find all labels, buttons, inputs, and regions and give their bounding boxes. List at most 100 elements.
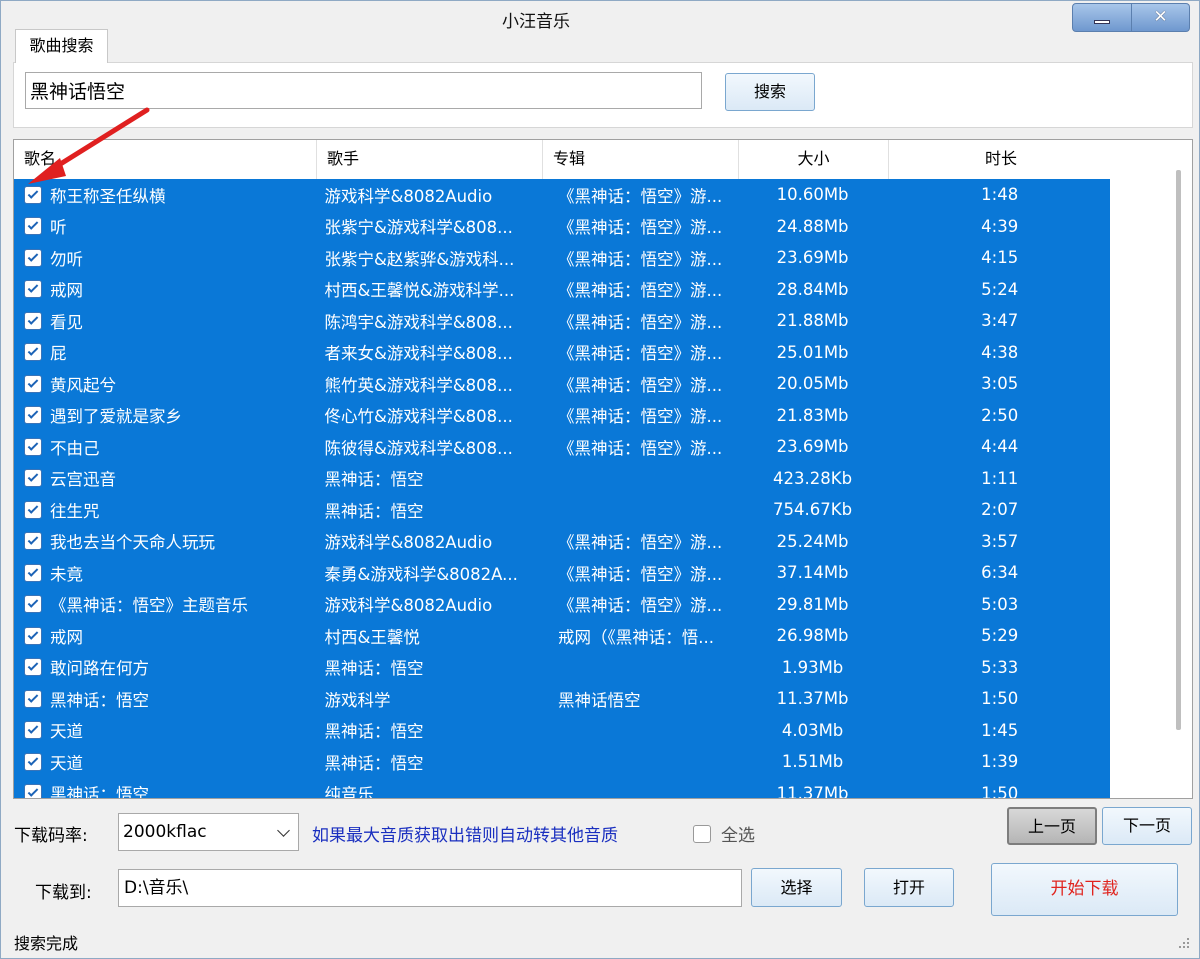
table-row[interactable]: 听 张紫宁&游戏科学&808... 《黑神话：悟空》游... 24.88Mb 4:39: [14, 210, 1112, 242]
scrollbar-thumb[interactable]: [1176, 170, 1181, 730]
duration-cell: 6:34: [981, 563, 1019, 583]
row-checkbox[interactable]: [24, 469, 42, 488]
column-header-singer[interactable]: 歌手: [317, 140, 543, 179]
album-cell: 戒网（《黑神话：悟...: [558, 627, 715, 647]
row-checkbox[interactable]: [24, 752, 42, 771]
table-row[interactable]: 遇到了爱就是家乡 佟心竹&游戏科学&808... 《黑神话：悟空》游... 21.83…: [14, 399, 1112, 431]
row-checkbox[interactable]: [24, 784, 42, 798]
album-cell: 《黑神话：悟空》游...: [558, 312, 723, 332]
table-row[interactable]: 天道 黑神话：悟空 4.03Mb 1:45: [14, 714, 1112, 746]
column-header-size[interactable]: 大小: [739, 140, 889, 179]
row-checkbox[interactable]: [24, 343, 42, 362]
search-button[interactable]: 搜索: [725, 73, 815, 111]
song-name-cell: 戒网: [14, 624, 316, 648]
row-checkbox[interactable]: [24, 500, 42, 519]
row-checkbox[interactable]: [24, 217, 42, 236]
row-checkbox[interactable]: [24, 595, 42, 614]
table-row[interactable]: 戒网 村西&王馨悦&游戏科学... 《黑神话：悟空》游... 28.84Mb 5:24: [14, 273, 1112, 305]
singer-cell: 者来女&游戏科学&808...: [324, 344, 513, 364]
column-header-album[interactable]: 专辑: [543, 140, 739, 179]
song-name-cell: 往生咒: [14, 498, 316, 522]
table-row[interactable]: 往生咒 黑神话：悟空 754.67Kb 2:07: [14, 494, 1112, 526]
row-checkbox[interactable]: [24, 689, 42, 708]
table-row[interactable]: 黄风起兮 熊竹英&游戏科学&808... 《黑神话：悟空》游... 20.05Mb 3:…: [14, 368, 1112, 400]
row-checkbox[interactable]: [24, 185, 42, 204]
song-name: 戒网: [50, 627, 83, 647]
table-row[interactable]: 屁 者来女&游戏科学&808... 《黑神话：悟空》游... 25.01Mb 4:38: [14, 336, 1112, 368]
download-path-input[interactable]: D:\音乐\: [118, 869, 742, 907]
size-cell: 25.01Mb: [776, 342, 849, 362]
minimize-icon: [1094, 20, 1110, 24]
check-icon: [27, 628, 39, 640]
table-row[interactable]: 不由己 陈彼得&游戏科学&808... 《黑神话：悟空》游... 23.69Mb 4:4…: [14, 431, 1112, 463]
table-row[interactable]: 勿听 张紫宁&赵紫骅&游戏科... 《黑神话：悟空》游... 23.69Mb 4:15: [14, 242, 1112, 274]
tab-song-search[interactable]: 歌曲搜索: [15, 29, 108, 63]
row-checkbox[interactable]: [24, 532, 42, 551]
duration-cell: 1:50: [981, 783, 1019, 799]
table-row[interactable]: 黑神话：悟空 游戏科学 黑神话悟空 11.37Mb 1:50: [14, 683, 1112, 715]
bitrate-select[interactable]: 2000kflac: [118, 813, 299, 851]
bitrate-value: 2000kflac: [123, 822, 207, 842]
row-checkbox[interactable]: [24, 280, 42, 299]
row-checkbox[interactable]: [24, 721, 42, 740]
minimize-button[interactable]: [1072, 3, 1132, 32]
song-name-cell: 黑神话：悟空: [14, 781, 316, 799]
check-icon: [27, 345, 39, 357]
row-checkbox[interactable]: [24, 406, 42, 425]
song-name-cell: 勿听: [14, 246, 316, 270]
close-button[interactable]: ✕: [1132, 3, 1190, 32]
row-checkbox[interactable]: [24, 626, 42, 645]
size-cell: 423.28Kb: [773, 468, 853, 488]
singer-cell: 黑神话：悟空: [324, 470, 424, 490]
column-header-name[interactable]: 歌名: [14, 140, 317, 179]
table-row[interactable]: 天道 黑神话：悟空 1.51Mb 1:39: [14, 746, 1112, 778]
prev-page-button[interactable]: 上一页: [1007, 807, 1097, 845]
singer-cell: 熊竹英&游戏科学&808...: [324, 375, 513, 395]
album-cell: 《黑神话：悟空》游...: [558, 186, 723, 206]
song-name: 云宫迅音: [50, 470, 116, 490]
search-input[interactable]: [25, 72, 702, 109]
table-row[interactable]: 黑神话：悟空 纯音乐 11.37Mb 1:50: [14, 777, 1112, 799]
window-controls: ✕: [1072, 3, 1190, 32]
album-cell: 《黑神话：悟空》游...: [558, 281, 723, 301]
song-name-cell: 称王称圣任纵横: [14, 183, 316, 207]
singer-cell: 陈鸿宇&游戏科学&808...: [324, 312, 513, 332]
row-checkbox[interactable]: [24, 374, 42, 393]
start-download-button[interactable]: 开始下载: [991, 863, 1178, 916]
table-row[interactable]: 敢问路在何方 黑神话：悟空 1.93Mb 5:33: [14, 651, 1112, 683]
song-name: 勿听: [50, 249, 83, 269]
row-checkbox[interactable]: [24, 563, 42, 582]
table-row[interactable]: 云宫迅音 黑神话：悟空 423.28Kb 1:11: [14, 462, 1112, 494]
check-icon: [27, 439, 39, 451]
select-all-checkbox[interactable]: 全选: [693, 821, 755, 846]
row-checkbox[interactable]: [24, 311, 42, 330]
open-folder-button[interactable]: 打开: [864, 868, 954, 907]
song-name: 敢问路在何方: [50, 659, 149, 679]
table-row[interactable]: 戒网 村西&王馨悦 戒网（《黑神话：悟... 26.98Mb 5:29: [14, 620, 1112, 652]
size-cell: 23.69Mb: [776, 437, 849, 457]
table-row[interactable]: 称王称圣任纵横 游戏科学&8082Audio 《黑神话：悟空》游... 10.60Mb…: [14, 179, 1112, 211]
next-page-button[interactable]: 下一页: [1102, 807, 1192, 845]
table-row[interactable]: 未竟 秦勇&游戏科学&8082A... 《黑神话：悟空》游... 37.14Mb 6:3…: [14, 557, 1112, 589]
song-name-cell: 不由己: [14, 435, 316, 459]
singer-cell: 游戏科学&8082Audio: [324, 186, 493, 206]
song-name: 黑神话：悟空: [50, 785, 149, 799]
choose-folder-button[interactable]: 选择: [751, 868, 842, 907]
singer-cell: 黑神话：悟空: [324, 501, 424, 521]
size-cell: 29.81Mb: [776, 594, 849, 614]
column-header-duration[interactable]: 时长: [889, 140, 1114, 179]
row-checkbox[interactable]: [24, 437, 42, 456]
table-row[interactable]: 看见 陈鸿宇&游戏科学&808... 《黑神话：悟空》游... 21.88Mb 3:47: [14, 305, 1112, 337]
resize-grip-icon[interactable]: [1177, 936, 1191, 950]
table-row[interactable]: 《黑神话：悟空》主题音乐 游戏科学&8082Audio 《黑神话：悟空》游... 29…: [14, 588, 1112, 620]
row-checkbox[interactable]: [24, 658, 42, 677]
list-header: 歌名 歌手 专辑 大小 时长: [14, 140, 1114, 179]
table-row[interactable]: 我也去当个天命人玩玩 游戏科学&8082Audio 《黑神话：悟空》游... 25.2…: [14, 525, 1112, 557]
row-checkbox[interactable]: [24, 248, 42, 267]
duration-cell: 1:39: [981, 752, 1019, 772]
song-name: 屁: [50, 344, 67, 364]
song-name: 《黑神话：悟空》主题音乐: [50, 596, 248, 616]
scrollbar[interactable]: [1110, 140, 1192, 798]
song-name-cell: 天道: [14, 750, 316, 774]
duration-cell: 3:47: [981, 311, 1019, 331]
